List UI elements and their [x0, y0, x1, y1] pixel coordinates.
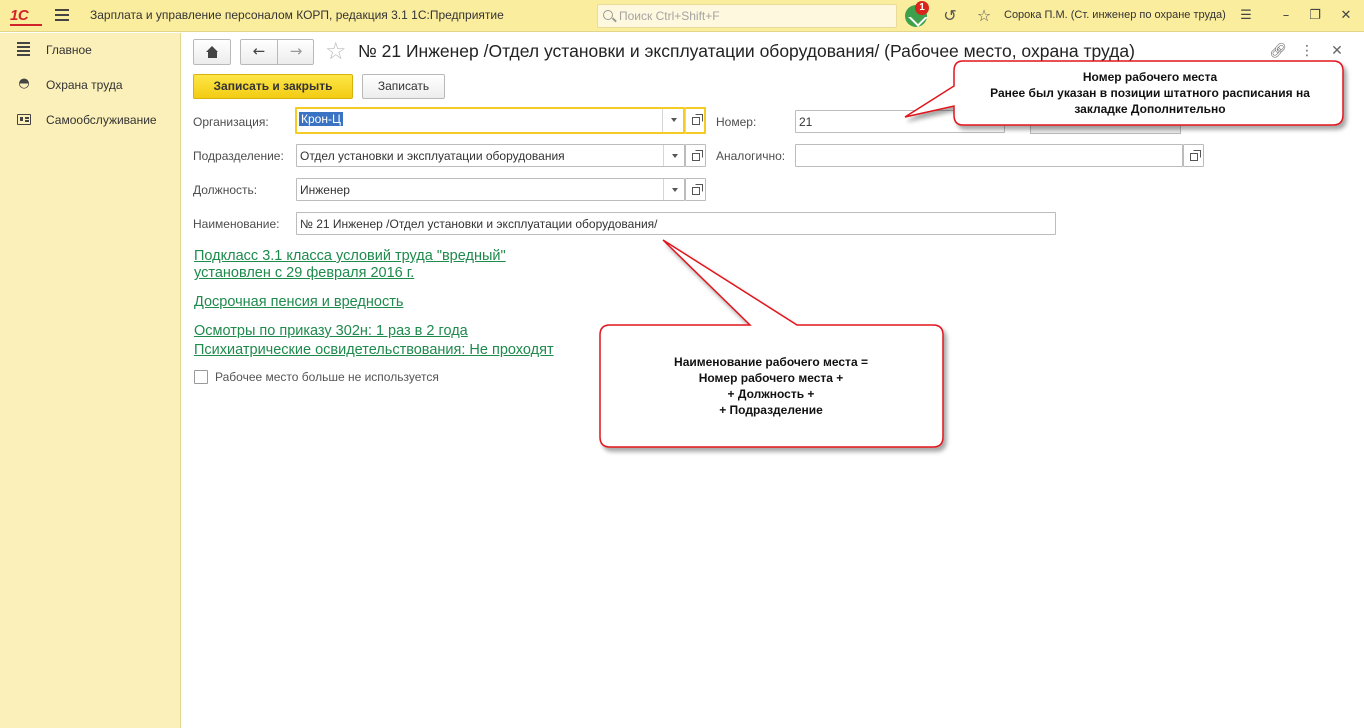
- notifications-badge: 1: [915, 1, 929, 15]
- chevron-down-icon[interactable]: [662, 109, 683, 132]
- bars-icon: [17, 42, 31, 56]
- app-title: Зарплата и управление персоналом КОРП, р…: [90, 8, 504, 22]
- minimize-window-icon[interactable]: –: [1276, 6, 1296, 26]
- search-icon: [603, 10, 613, 20]
- open-position-icon[interactable]: [685, 178, 706, 201]
- current-user[interactable]: Сорока П.М. (Ст. инженер по охране труда…: [1004, 9, 1226, 21]
- psychiatric-exams-link[interactable]: Психиатрические освидетельствования: Не …: [194, 342, 554, 359]
- main-menu-icon[interactable]: [55, 9, 69, 21]
- organization-label: Организация:: [193, 115, 269, 129]
- forward-arrow-icon[interactable]: →: [278, 40, 314, 64]
- search-input[interactable]: [619, 7, 889, 25]
- number-callout-line1: Номер рабочего места: [1082, 70, 1218, 84]
- chevron-down-icon[interactable]: [663, 145, 684, 166]
- close-form-icon[interactable]: ✕: [1328, 42, 1346, 60]
- name-callout-line2: Номер рабочего места +: [698, 371, 844, 385]
- restore-window-icon[interactable]: ❐: [1305, 6, 1325, 26]
- position-label: Должность:: [193, 183, 258, 197]
- id-card-icon: [17, 114, 31, 125]
- name-value: № 21 Инженер /Отдел установки и эксплуат…: [300, 217, 658, 231]
- back-arrow-icon[interactable]: ←: [241, 40, 277, 64]
- department-label: Подразделение:: [193, 149, 284, 163]
- organization-field[interactable]: Крон-Ц: [295, 107, 685, 134]
- name-label: Наименование:: [193, 217, 280, 231]
- favorite-star-icon[interactable]: ☆: [325, 38, 347, 64]
- hazard-class-link-line2[interactable]: установлен с 29 февраля 2016 г.: [194, 265, 414, 282]
- app-logo[interactable]: 1С: [10, 7, 29, 24]
- sidebar-item-labor-safety[interactable]: ◓ Охрана труда: [0, 71, 181, 99]
- open-organization-icon[interactable]: [685, 107, 706, 134]
- number-callout-line3: закладке Дополнительно: [1074, 102, 1226, 116]
- sidebar-item-label: Охрана труда: [46, 78, 123, 92]
- close-window-icon[interactable]: ✕: [1336, 6, 1356, 26]
- favorites-star-icon[interactable]: ☆: [974, 6, 994, 26]
- history-nav: ← →: [240, 39, 314, 65]
- not-used-label: Рабочее место больше не используется: [215, 370, 439, 384]
- number-callout-text: Номер рабочего места Ранее был указан в …: [960, 69, 1340, 117]
- history-icon[interactable]: ↺: [940, 6, 960, 26]
- name-field[interactable]: № 21 Инженер /Отдел установки и эксплуат…: [296, 212, 1056, 235]
- similar-label: Аналогично:: [716, 149, 786, 163]
- name-callout-text: Наименование рабочего места = Номер рабо…: [602, 354, 940, 418]
- open-similar-icon[interactable]: [1183, 144, 1204, 167]
- medical-exams-link[interactable]: Осмотры по приказу 302н: 1 раз в 2 года: [194, 323, 468, 340]
- settings-menu-icon[interactable]: ☰: [1236, 6, 1256, 26]
- early-pension-link[interactable]: Досрочная пенсия и вредность: [194, 294, 403, 311]
- position-value: Инженер: [300, 183, 350, 197]
- hazard-class-link-line1[interactable]: Подкласс 3.1 класса условий труда "вредн…: [194, 248, 506, 265]
- save-button[interactable]: Записать: [362, 74, 445, 99]
- page-title: № 21 Инженер /Отдел установки и эксплуат…: [358, 41, 1135, 61]
- sidebar-item-label: Самообслуживание: [46, 113, 157, 127]
- save-and-close-button[interactable]: Записать и закрыть: [193, 74, 353, 99]
- number-side-button[interactable]: [1030, 120, 1181, 134]
- name-callout-line1: Наименование рабочего места =: [674, 355, 868, 369]
- similar-field[interactable]: [795, 144, 1183, 167]
- sidebar-item-main[interactable]: Главное: [0, 36, 181, 64]
- position-field[interactable]: Инженер: [296, 178, 685, 201]
- organization-value: Крон-Ц: [299, 112, 343, 126]
- chevron-down-icon[interactable]: [663, 179, 684, 200]
- name-callout-line4: + Подразделение: [719, 403, 823, 417]
- number-label: Номер:: [716, 115, 757, 129]
- department-value: Отдел установки и эксплуатации оборудова…: [300, 149, 565, 163]
- global-search[interactable]: [597, 4, 897, 28]
- logo-underline: [10, 24, 42, 26]
- link-icon[interactable]: 🔗︎: [1269, 42, 1287, 60]
- name-callout-line3: + Должность +: [727, 387, 815, 401]
- number-value: 21: [799, 115, 813, 129]
- top-bar: 1С Зарплата и управление персоналом КОРП…: [0, 0, 1364, 32]
- home-icon: [206, 46, 219, 58]
- not-used-checkbox[interactable]: [194, 370, 208, 384]
- helmet-icon: ◓: [18, 76, 30, 91]
- open-department-icon[interactable]: [685, 144, 706, 167]
- department-field[interactable]: Отдел установки и эксплуатации оборудова…: [296, 144, 685, 167]
- sidebar-item-self-service[interactable]: Самообслуживание: [0, 106, 181, 134]
- sidebar-item-label: Главное: [46, 43, 92, 57]
- more-actions-icon[interactable]: ⋮: [1298, 42, 1316, 60]
- number-callout-line2: Ранее был указан в позиции штатного расп…: [990, 86, 1310, 100]
- sections-panel: Главное ◓ Охрана труда Самообслуживание: [0, 33, 181, 728]
- home-button[interactable]: [193, 39, 231, 65]
